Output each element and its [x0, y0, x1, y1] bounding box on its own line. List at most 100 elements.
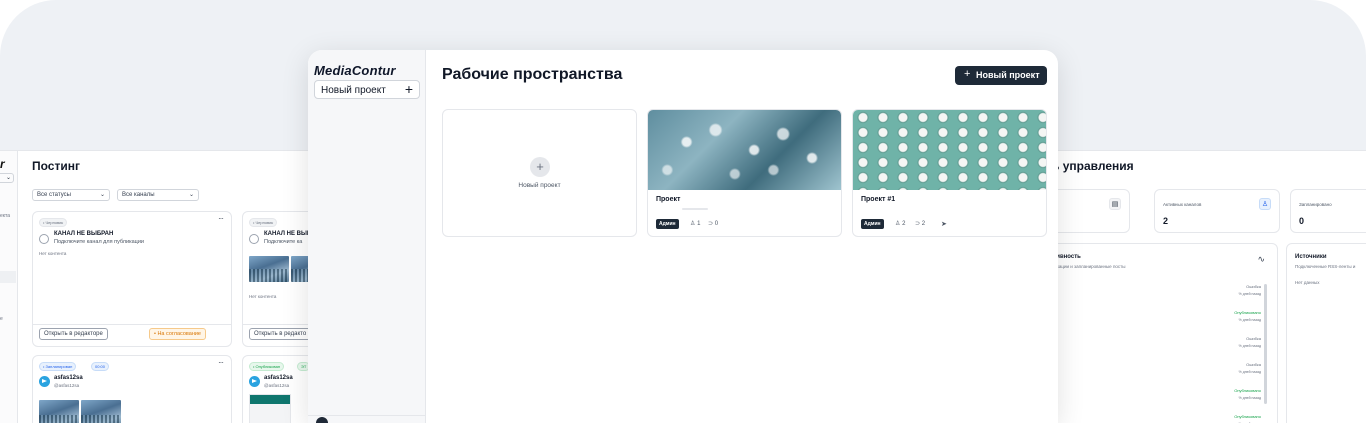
avatar[interactable] — [316, 417, 328, 423]
time-badge: 00:00 — [91, 362, 110, 371]
stat-value: 0 — [1299, 216, 1305, 226]
activity-panel: активность убликации и запланированные п… — [1020, 243, 1278, 423]
stat-card: Запланировано 0 — [1290, 189, 1366, 233]
post-image — [39, 400, 79, 423]
activity-row-status: Опубликовано — [1234, 310, 1261, 315]
status-filter[interactable]: Все статусы ⌄ — [32, 189, 110, 201]
sources-panel: Источники Подключенные RSS-ленты и Нет д… — [1286, 243, 1366, 423]
open-editor-button[interactable]: Открыть в редакто — [249, 328, 312, 340]
activity-row-status: Ошибка — [1246, 284, 1261, 289]
posting-project-select[interactable]: ⌄ — [0, 173, 14, 183]
workspace-name: Проект — [656, 196, 681, 203]
chevron-icon: ⌄ — [188, 192, 194, 198]
sidebar-new-project-label: Новый проект — [321, 85, 386, 96]
activity-scrollbar[interactable] — [1264, 284, 1267, 404]
workspace-cover — [648, 110, 841, 190]
status-badge: • Опубликован — [249, 362, 285, 371]
posting-sidebar: r ⌄ екта е — [0, 151, 18, 423]
sidebar: MediaContur Новый проект + — [308, 50, 426, 423]
channel-name: asfas12sa — [54, 375, 83, 381]
post-card[interactable]: • Запланирован 00:00 ··· asfas12sa @asfa… — [32, 355, 232, 423]
channel-handle: @asfas12sa — [264, 383, 290, 388]
activity-row-status: Опубликовано — [1234, 388, 1261, 393]
activity-row-status: Ошибка — [1246, 362, 1261, 367]
sidebar-new-project-button[interactable]: Новый проект + — [314, 80, 420, 99]
workspace-name: Проект #1 — [861, 196, 896, 203]
activity-row-status: Опубликовано — [1234, 414, 1261, 419]
document-icon: ▤ — [1109, 198, 1121, 210]
members-count: ♙ 2 — [895, 221, 906, 227]
page-title: ь управления — [1052, 159, 1134, 173]
app-logo: MediaContur — [314, 63, 396, 78]
rss-icon: ⊃ — [915, 221, 921, 227]
users-icon: ♙ — [895, 221, 901, 227]
stat-label: Запланировано — [1299, 202, 1332, 207]
page-title: Рабочие пространства — [442, 66, 623, 83]
telegram-icon — [39, 376, 50, 387]
post-content: Нет контента — [249, 294, 277, 299]
telegram-icon — [249, 376, 260, 387]
channel-hint: Подключите ка — [264, 239, 303, 245]
dashboard-window: ь управления ▤ Активных каналов 2 ♙ Запл… — [1020, 150, 1366, 423]
posting-logo: r — [0, 157, 5, 171]
channel-handle: @asfas12sa — [54, 383, 80, 388]
stat-card: Активных каналов 2 ♙ — [1154, 189, 1280, 233]
new-project-card[interactable]: + Новый проект — [442, 109, 637, 237]
post-image — [249, 256, 289, 282]
role-badge: Админ — [656, 219, 679, 229]
channel-icon — [39, 234, 49, 244]
stat-label: Активных каналов — [1163, 202, 1202, 207]
sources-subtitle: Подключенные RSS-ленты и — [1295, 264, 1356, 269]
sources-title: Источники — [1295, 254, 1327, 260]
plus-icon: + — [964, 68, 971, 80]
users-icon: ♙ — [690, 221, 696, 227]
workspace-cover — [853, 110, 1046, 190]
role-badge: Админ — [861, 219, 884, 229]
workspace-card[interactable]: Проект Админ ♙ 1 ⊃ 0 — [647, 109, 842, 237]
activity-row-ago: % дней назад — [1238, 370, 1261, 374]
post-image — [249, 394, 291, 423]
stat-value: 2 — [1163, 216, 1169, 226]
status-badge: • Черновик — [249, 218, 278, 227]
post-card[interactable]: • Черновик ··· КАНАЛ НЕ ВЫБРАН Подключит… — [32, 211, 232, 347]
post-content: Нет контента — [39, 251, 67, 256]
workspace-card[interactable]: Проект #1 Админ ♙ 2 ⊃ 2 ➤ — [852, 109, 1047, 237]
posting-side-active[interactable] — [0, 271, 16, 283]
activity-row-ago: % дней назад — [1238, 344, 1261, 348]
chevron-icon: ⌄ — [99, 192, 105, 198]
members-count: ♙ 1 — [690, 221, 701, 227]
rss-icon: ⊃ — [708, 221, 714, 227]
channel-filter[interactable]: Все каналы ⌄ — [117, 189, 199, 201]
workspaces-window: MediaContur Новый проект + Рабочие прост… — [308, 50, 1058, 423]
more-icon[interactable]: ··· — [218, 358, 224, 367]
activity-subtitle: убликации и запланированные посты — [1047, 264, 1126, 269]
posting-side-item[interactable]: е — [0, 316, 3, 322]
status-badge: • Черновик — [39, 218, 68, 227]
activity-row-ago: % дней назад — [1238, 292, 1261, 296]
sidebar-footer — [308, 415, 426, 423]
posting-window: r ⌄ екта е Постинг Все статусы ⌄ Все кана… — [0, 150, 342, 423]
activity-icon: ∿ — [1257, 254, 1265, 264]
posting-side-item[interactable]: екта — [0, 213, 10, 219]
plus-icon: + — [530, 157, 550, 177]
channel-name: asfas12sa — [264, 375, 293, 381]
channel-hint: Подключите канал для публикации — [54, 239, 144, 245]
feeds-count: ⊃ 0 — [708, 221, 719, 227]
channel-name: КАНАЛ НЕ ВЫБРАН — [54, 231, 114, 237]
activity-row-ago: % дней назад — [1238, 396, 1261, 400]
new-project-card-label: Новый проект — [518, 182, 561, 189]
activity-row-status: Ошибка — [1246, 336, 1261, 341]
sources-empty: Нет данных — [1295, 280, 1320, 285]
status-badge: • Запланирован — [39, 362, 77, 371]
channel-icon — [249, 234, 259, 244]
approve-button[interactable]: • На согласование — [149, 328, 206, 340]
users-icon: ♙ — [1259, 198, 1271, 210]
new-project-button[interactable]: + Новый проект — [955, 66, 1047, 85]
feeds-count: ⊃ 2 — [915, 221, 926, 227]
open-editor-button[interactable]: Открыть в редакторе — [39, 328, 108, 340]
channel-name: КАНАЛ НЕ ВЫБ — [264, 231, 312, 237]
activity-row-ago: % дней назад — [1238, 318, 1261, 322]
more-icon[interactable]: ··· — [218, 214, 224, 223]
plus-icon: + — [404, 81, 413, 97]
page-title: Постинг — [32, 159, 80, 173]
